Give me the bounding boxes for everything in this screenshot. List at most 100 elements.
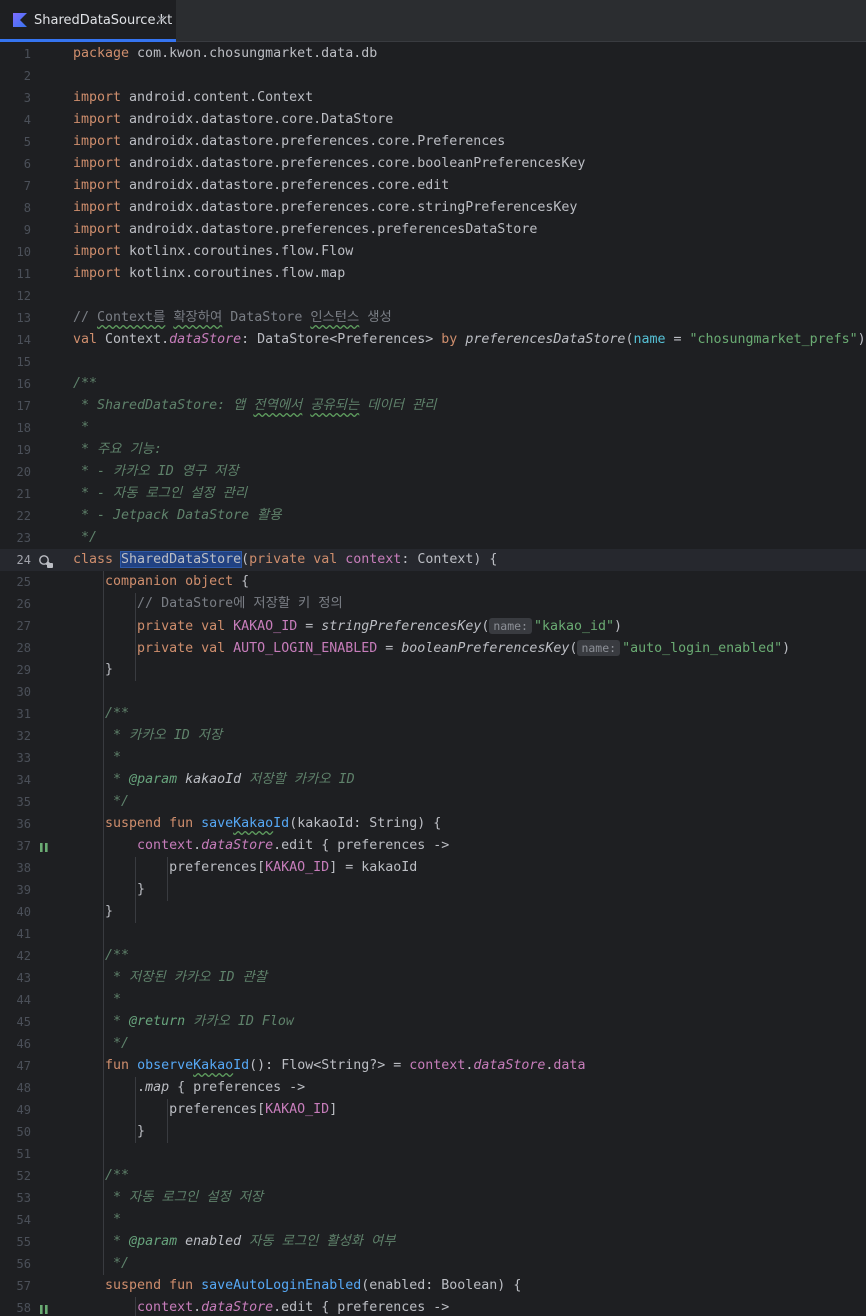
code-line[interactable]: 29 } (0, 659, 866, 681)
code-line[interactable]: 10 import kotlinx.coroutines.flow.Flow (0, 241, 866, 263)
line-number[interactable]: 56 (0, 1253, 31, 1275)
suspend-call-icon[interactable] (38, 839, 50, 858)
code-line[interactable]: 34 * @param kakaoId 저장할 카카오 ID (0, 769, 866, 791)
line-number[interactable]: 44 (0, 989, 31, 1011)
suspend-call-icon[interactable] (38, 1301, 50, 1316)
line-number[interactable]: 11 (0, 263, 31, 285)
code-line[interactable]: 5 import androidx.datastore.preferences.c… (0, 131, 866, 153)
line-number[interactable]: 50 (0, 1121, 31, 1143)
line-number[interactable]: 6 (0, 153, 31, 175)
code-line[interactable]: 49 preferences[KAKAO_ID] (0, 1099, 866, 1121)
code-line[interactable]: 19 * 주요 기능: (0, 439, 866, 461)
line-number[interactable]: 36 (0, 813, 31, 835)
line-number[interactable]: 23 (0, 527, 31, 549)
line-number[interactable]: 55 (0, 1231, 31, 1253)
line-number[interactable]: 40 (0, 901, 31, 923)
code-line[interactable]: 46 */ (0, 1033, 866, 1055)
code-line[interactable]: 42 /** (0, 945, 866, 967)
line-number[interactable]: 16 (0, 373, 31, 395)
code-line[interactable]: 14 val Context.dataStore: DataStore<Prefe… (0, 329, 866, 351)
line-number[interactable]: 12 (0, 285, 31, 307)
line-number[interactable]: 43 (0, 967, 31, 989)
code-line[interactable]: 51 (0, 1143, 866, 1165)
code-line[interactable]: 12 (0, 285, 866, 307)
code-line[interactable]: 13 // Context를 확장하여 DataStore 인스턴스 생성 (0, 307, 866, 329)
line-number[interactable]: 13 (0, 307, 31, 329)
code-line[interactable]: 16 /** (0, 373, 866, 395)
code-line[interactable]: 52 /** (0, 1165, 866, 1187)
code-line[interactable]: 50 } (0, 1121, 866, 1143)
line-number[interactable]: 5 (0, 131, 31, 153)
code-line[interactable]: 39 } (0, 879, 866, 901)
code-line[interactable]: 43 * 저장된 카카오 ID 관찰 (0, 967, 866, 989)
line-number[interactable]: 20 (0, 461, 31, 483)
code-line[interactable]: 35 */ (0, 791, 866, 813)
code-line[interactable]: 7 import androidx.datastore.preferences.c… (0, 175, 866, 197)
code-line[interactable]: 8 import androidx.datastore.preferences.c… (0, 197, 866, 219)
code-line[interactable]: 30 (0, 681, 866, 703)
code-line[interactable]: 55 * @param enabled 자동 로그인 활성화 여부 (0, 1231, 866, 1253)
code-line[interactable]: 22 * - Jetpack DataStore 활용 (0, 505, 866, 527)
line-number[interactable]: 10 (0, 241, 31, 263)
code-line[interactable]: 33 * (0, 747, 866, 769)
code-line[interactable]: 11 import kotlinx.coroutines.flow.map (0, 263, 866, 285)
code-line[interactable]: 28 private val AUTO_LOGIN_ENABLED = bool… (0, 637, 866, 659)
line-number[interactable]: 48 (0, 1077, 31, 1099)
line-number[interactable]: 2 (0, 65, 31, 87)
line-number[interactable]: 32 (0, 725, 31, 747)
code-line[interactable]: 25 companion object { (0, 571, 866, 593)
line-number[interactable]: 3 (0, 87, 31, 109)
code-line[interactable]: 21 * - 자동 로그인 설정 관리 (0, 483, 866, 505)
code-line[interactable]: 36 suspend fun saveKakaoId(kakaoId: Stri… (0, 813, 866, 835)
line-number[interactable]: 25 (0, 571, 31, 593)
line-number[interactable]: 58 (0, 1297, 31, 1316)
code-line[interactable]: 24 class SharedDataStore(private val cont… (0, 549, 866, 571)
line-number[interactable]: 52 (0, 1165, 31, 1187)
line-number[interactable]: 19 (0, 439, 31, 461)
code-line[interactable]: 4 import androidx.datastore.core.DataStor… (0, 109, 866, 131)
code-line[interactable]: 3 import android.content.Context (0, 87, 866, 109)
code-line[interactable]: 58 context.dataStore.edit { preferences … (0, 1297, 866, 1316)
line-number[interactable]: 51 (0, 1143, 31, 1165)
code-line[interactable]: 56 */ (0, 1253, 866, 1275)
code-line[interactable]: 18 * (0, 417, 866, 439)
line-number[interactable]: 57 (0, 1275, 31, 1297)
code-line[interactable]: 47 fun observeKakaoId(): Flow<String?> =… (0, 1055, 866, 1077)
implemented-marker-icon[interactable] (38, 553, 54, 572)
line-number[interactable]: 24 (0, 549, 31, 571)
line-number[interactable]: 17 (0, 395, 31, 417)
line-number[interactable]: 38 (0, 857, 31, 879)
line-number[interactable]: 14 (0, 329, 31, 351)
line-number[interactable]: 22 (0, 505, 31, 527)
code-line[interactable]: 2 (0, 65, 866, 87)
code-line[interactable]: 26 // DataStore에 저장할 키 정의 (0, 593, 866, 615)
line-number[interactable]: 42 (0, 945, 31, 967)
code-line[interactable]: 40 } (0, 901, 866, 923)
tab-shared-data-source[interactable]: SharedDataSource.kt × (0, 0, 176, 42)
line-number[interactable]: 49 (0, 1099, 31, 1121)
line-number[interactable]: 39 (0, 879, 31, 901)
code-line[interactable]: 9 import androidx.datastore.preferences.p… (0, 219, 866, 241)
code-line[interactable]: 53 * 자동 로그인 설정 저장 (0, 1187, 866, 1209)
line-number[interactable]: 41 (0, 923, 31, 945)
line-number[interactable]: 28 (0, 637, 31, 659)
line-number[interactable]: 7 (0, 175, 31, 197)
code-line[interactable]: 20 * - 카카오 ID 영구 저장 (0, 461, 866, 483)
line-number[interactable]: 26 (0, 593, 31, 615)
line-number[interactable]: 30 (0, 681, 31, 703)
code-line[interactable]: 32 * 카카오 ID 저장 (0, 725, 866, 747)
line-number[interactable]: 37 (0, 835, 31, 857)
line-number[interactable]: 47 (0, 1055, 31, 1077)
code-line[interactable]: 15 (0, 351, 866, 373)
code-line[interactable]: 6 import androidx.datastore.preferences.c… (0, 153, 866, 175)
code-line[interactable]: 1 package com.kwon.chosungmarket.data.db (0, 43, 866, 65)
line-number[interactable]: 15 (0, 351, 31, 373)
code-line[interactable]: 41 (0, 923, 866, 945)
code-line[interactable]: 57 suspend fun saveAutoLoginEnabled(enab… (0, 1275, 866, 1297)
code-line[interactable]: 27 private val KAKAO_ID = stringPreferen… (0, 615, 866, 637)
code-line[interactable]: 17 * SharedDataStore: 앱 전역에서 공유되는 데이터 관리 (0, 395, 866, 417)
line-number[interactable]: 18 (0, 417, 31, 439)
line-number[interactable]: 9 (0, 219, 31, 241)
code-line[interactable]: 38 preferences[KAKAO_ID] = kakaoId (0, 857, 866, 879)
line-number[interactable]: 27 (0, 615, 31, 637)
